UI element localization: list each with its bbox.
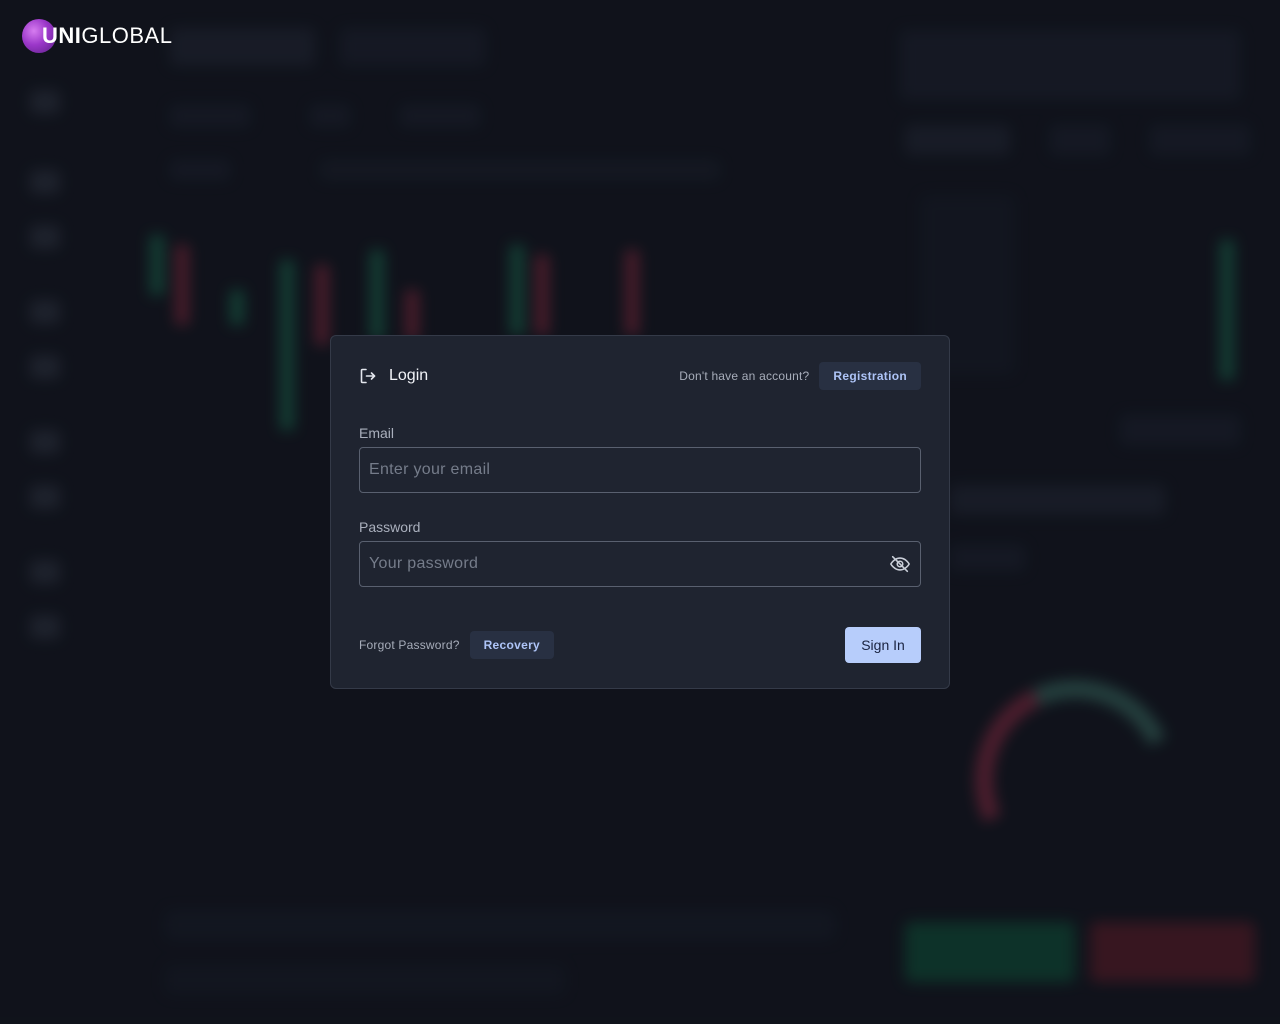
login-title: Login [389,367,429,384]
login-icon [359,367,377,385]
forgot-password-text: Forgot Password? [359,638,460,652]
email-label: Email [359,425,395,441]
no-account-text: Don't have an account? [679,369,810,383]
brand-wordmark-bold: UNI [42,23,82,48]
password-field[interactable] [359,541,921,587]
eye-off-icon[interactable] [880,542,920,586]
brand-wordmark: UNIGLOBAL [42,23,172,49]
registration-prompt: Don't have an account? Registration [679,362,921,390]
sign-in-button[interactable]: Sign In [845,627,921,663]
brand-wordmark-light: GLOBAL [81,23,173,48]
recovery-button[interactable]: Recovery [469,631,555,659]
login-modal-header: Login Don't have an account? Registratio… [359,362,921,390]
password-label: Password [359,519,421,535]
login-modal-footer: Forgot Password? Recovery Sign In [359,627,921,663]
email-field[interactable] [359,447,921,493]
password-input[interactable] [360,542,880,586]
page: UNIGLOBAL Login Don't have an account? R… [0,0,1280,1024]
brand-logo[interactable]: UNIGLOBAL [22,17,172,55]
registration-button[interactable]: Registration [819,362,921,390]
email-input[interactable] [360,448,920,492]
login-modal: Login Don't have an account? Registratio… [330,335,950,689]
